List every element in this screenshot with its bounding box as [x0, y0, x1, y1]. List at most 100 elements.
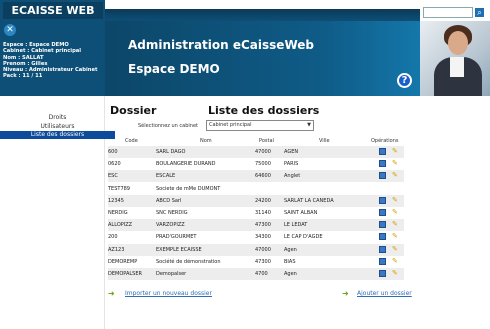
cell-ville: PARIS [284, 161, 299, 168]
table-row[interactable]: ESC ESCALE 64600 Anglet ✎ [108, 170, 404, 183]
edit-icon[interactable]: ✎ [392, 257, 399, 265]
cell-code: DEMOPALSER [108, 271, 142, 277]
cell-postal: 47300 [255, 222, 271, 229]
cell-ville: AGEN [284, 149, 299, 155]
header-nom: Nom [200, 138, 212, 144]
cell-code: DEMOREMP [108, 258, 138, 265]
header-banner [105, 21, 420, 96]
edit-icon[interactable]: ✎ [392, 245, 399, 253]
edit-icon[interactable]: ✎ [392, 160, 399, 167]
app-logo: ECAISSE WEB [3, 2, 103, 19]
table-header: Code Nom Postal Ville Opérations [108, 137, 404, 146]
cell-postal: 24200 [255, 197, 271, 204]
table-row[interactable]: ALLOPIZZ VARZOPIZZ 47300 LE LEDAT ✎ [108, 219, 404, 232]
logout-icon[interactable]: ✕ [4, 24, 16, 36]
cell-nom: Societe de mMe DUMONT [156, 185, 221, 192]
cell-postal: 47300 [255, 258, 271, 265]
search-icon[interactable]: ⌕ [474, 7, 485, 18]
cell-nom: EXEMPLE ECAISSE [156, 246, 202, 253]
view-icon[interactable] [379, 270, 386, 277]
user-info: Espace : Espace DEMO Cabinet : Cabinet p… [3, 42, 105, 80]
cell-code: ESC [108, 173, 118, 180]
user-panel: ECAISSE WEB ✕ Espace : Espace DEMO Cabin… [0, 0, 105, 96]
cell-postal: 75000 [255, 161, 271, 168]
cell-ville: SAINT ALBAN [284, 210, 318, 216]
cabinet-select-label: Sélectionnez un cabinet [138, 123, 199, 129]
cell-postal: 34300 [255, 234, 271, 241]
cell-code: AZ123 [108, 246, 125, 253]
table-row[interactable]: NERDIG SNC NERDIG 31140 SAINT ALBAN ✎ [108, 207, 404, 219]
header-photo [420, 21, 490, 96]
cell-code: 12345 [108, 197, 124, 204]
edit-icon[interactable]: ✎ [392, 148, 399, 155]
sidebar-item-utilisateurs[interactable]: Utilisateurs [0, 123, 115, 130]
table-row[interactable]: 0620 BOULANGERIE DURAND 75000 PARIS ✎ [108, 158, 404, 170]
cell-code: 200 [108, 234, 118, 241]
sidebar-item-droits[interactable]: Droits [0, 114, 115, 121]
cell-postal: 47000 [255, 246, 271, 253]
cell-ville: Agen [284, 246, 297, 253]
view-icon[interactable] [379, 172, 386, 180]
table-row[interactable]: 12345 ABCD Sarl 24200 SARLAT LA CANEDA ✎ [108, 194, 404, 207]
edit-icon[interactable]: ✎ [392, 233, 399, 240]
cell-nom: SNC NERDIG [156, 210, 188, 216]
table-row[interactable]: AZ123 EXEMPLE ECAISSE 47000 Agen ✎ [108, 243, 404, 256]
header-operations: Opérations [371, 138, 399, 144]
edit-icon[interactable]: ✎ [392, 196, 399, 204]
cell-nom: SARL DAGO [156, 149, 186, 155]
cell-nom: ESCALE [156, 173, 176, 180]
cell-ville: BIAS [284, 258, 296, 265]
table-row[interactable]: 600 SARL DAGO 47000 AGEN ✎ [108, 146, 404, 158]
edit-icon[interactable]: ✎ [392, 172, 399, 179]
sidebar-item-liste-dossiers[interactable]: Liste des dossiers [0, 131, 115, 139]
cell-ville: LE CAP D'AGDE [284, 234, 323, 241]
cell-ville: Agen [284, 271, 297, 277]
table-row[interactable]: DEMOREMP Société de démonstration 47300 BIA… [108, 256, 404, 268]
table-row[interactable]: TEST789 Societe de mMe DUMONT [108, 183, 404, 195]
cell-postal: 4700 [255, 271, 268, 277]
section-title-dossier: Dossier [110, 104, 157, 117]
view-icon[interactable] [379, 148, 386, 155]
table-row[interactable]: 200 PRAD'GOURMET 34300 LE CAP D'AGDE ✎ [108, 231, 404, 243]
cell-ville: SARLAT LA CANEDA [284, 197, 334, 204]
add-dossier-link[interactable]: Ajouter un dossier [357, 290, 412, 297]
view-icon[interactable] [379, 245, 386, 253]
cell-nom: Demopalser [156, 271, 187, 277]
header-postal: Postal [259, 138, 274, 144]
cell-code: 0620 [108, 161, 121, 168]
view-icon[interactable] [379, 196, 386, 204]
search-input[interactable] [423, 7, 473, 18]
cell-code: TEST789 [108, 185, 130, 192]
import-arrow-icon: ➜ [108, 289, 115, 298]
view-icon[interactable] [379, 233, 386, 241]
view-icon[interactable] [379, 221, 386, 229]
cell-code: 600 [108, 149, 118, 155]
sidebar: Droits Utilisateurs Liste des dossiers [0, 96, 115, 329]
top-strip [105, 9, 420, 21]
cabinet-select[interactable]: Cabinet principal ▼ [206, 120, 314, 131]
edit-icon[interactable]: ✎ [392, 221, 399, 228]
edit-icon[interactable]: ✎ [392, 209, 399, 216]
cell-nom: Société de démonstration [156, 258, 221, 265]
section-title-liste: Liste des dossiers [208, 104, 320, 117]
cell-nom: PRAD'GOURMET [156, 234, 197, 241]
cabinet-select-value: Cabinet principal [209, 122, 252, 128]
cell-ville: Anglet [284, 173, 301, 180]
cell-nom: ABCD Sarl [156, 197, 182, 204]
page-subtitle: Espace DEMO [128, 62, 220, 76]
view-icon[interactable] [379, 209, 386, 216]
view-icon[interactable] [379, 257, 386, 265]
add-arrow-icon: ➜ [342, 289, 349, 298]
help-icon[interactable]: ? [397, 73, 412, 88]
table-row[interactable]: DEMOPALSER Demopalser 4700 Agen ✎ [108, 268, 404, 280]
header-code: Code [125, 138, 138, 144]
chevron-down-icon: ▼ [307, 122, 311, 128]
edit-icon[interactable]: ✎ [392, 270, 399, 277]
cell-code: ALLOPIZZ [108, 222, 133, 229]
header-ville: Ville [319, 138, 330, 144]
page-title: Administration eCaisseWeb [128, 38, 314, 52]
view-icon[interactable] [379, 160, 386, 168]
cell-postal: 64600 [255, 173, 271, 180]
import-dossier-link[interactable]: Importer un nouveau dossier [125, 290, 212, 297]
cell-nom: VARZOPIZZ [156, 222, 185, 229]
